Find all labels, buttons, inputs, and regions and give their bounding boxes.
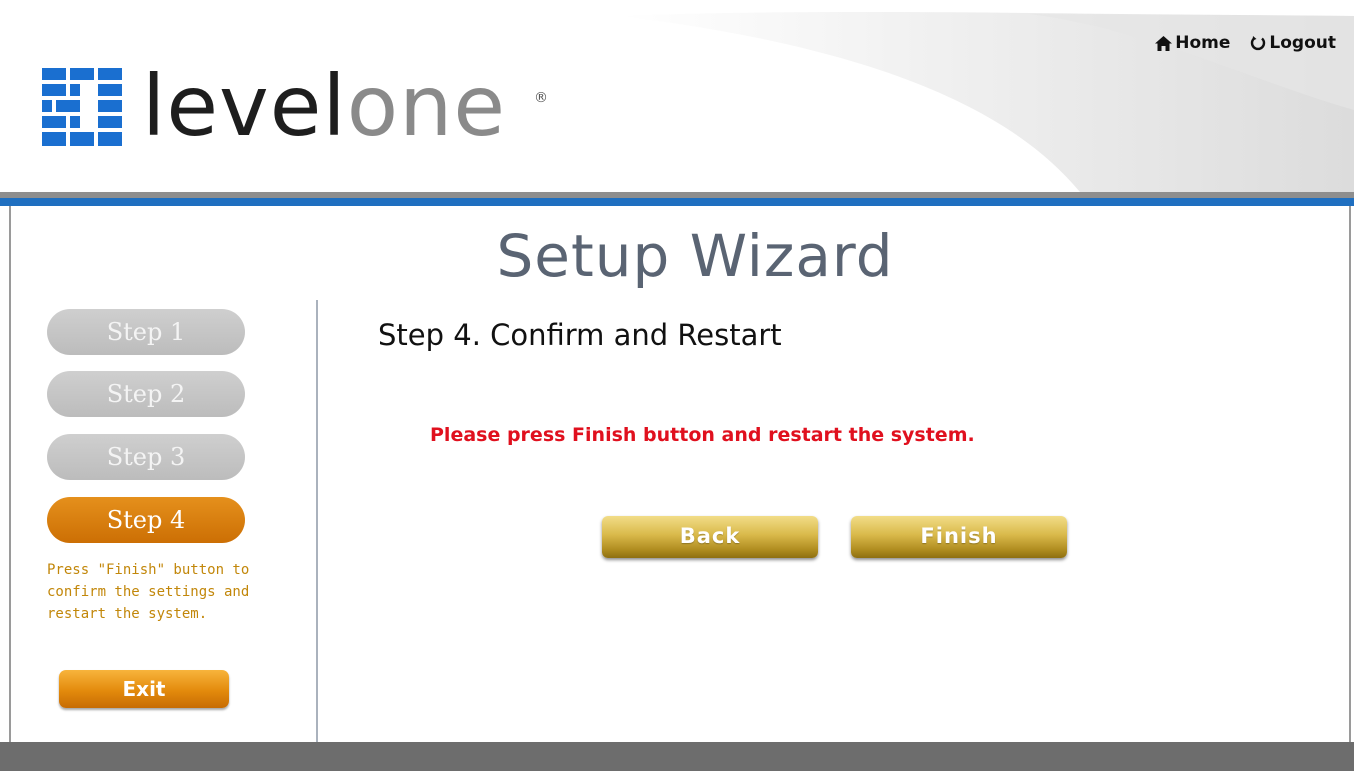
levelone-logo: levelone ® <box>42 57 582 155</box>
step-2-pill[interactable]: Step 2 <box>47 371 245 417</box>
step-4-pill[interactable]: Step 4 <box>47 497 245 543</box>
logo-registered-mark: ® <box>534 90 548 106</box>
exit-button[interactable]: Exit <box>59 670 229 708</box>
header-divider-blue <box>0 198 1354 206</box>
home-link-label: Home <box>1175 33 1231 53</box>
logout-link-label: Logout <box>1269 33 1336 53</box>
logo-word-level: level <box>142 57 347 155</box>
step-description: Press "Finish" button to confirm the set… <box>47 562 250 622</box>
logo-word-one: one <box>346 57 507 155</box>
instruction-text: Please press Finish button and restart t… <box>430 424 975 446</box>
header: levelone ® Home Logout <box>0 0 1354 192</box>
levelone-grid-logo-icon <box>42 68 122 146</box>
sidebar-divider <box>316 300 318 742</box>
back-button[interactable]: Back <box>602 516 818 558</box>
home-icon <box>1155 35 1173 51</box>
logout-link[interactable]: Logout <box>1250 33 1336 53</box>
home-link[interactable]: Home <box>1155 33 1230 53</box>
step-3-pill[interactable]: Step 3 <box>47 434 245 480</box>
top-links: Home Logout <box>1155 33 1336 53</box>
logo-wordmark: levelone <box>142 46 506 166</box>
step-heading: Step 4. Confirm and Restart <box>378 318 782 352</box>
step-1-pill[interactable]: Step 1 <box>47 309 245 355</box>
page-title: Setup Wizard <box>496 222 894 290</box>
footer-bar <box>0 742 1354 771</box>
finish-button[interactable]: Finish <box>851 516 1067 558</box>
power-icon <box>1251 36 1266 51</box>
